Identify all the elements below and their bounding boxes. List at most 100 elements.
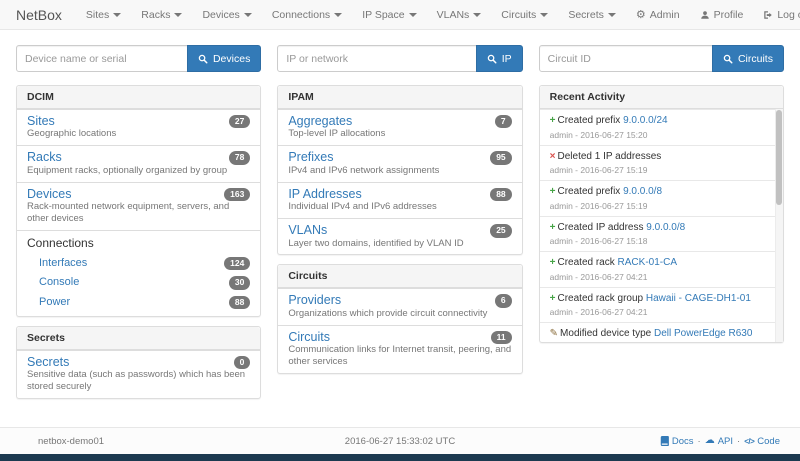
circuit-search-label: Circuits [738,53,773,65]
ip-search-label: IP [502,53,512,65]
panel-list-item: Circuits 11 Communication links for Inte… [278,325,521,373]
item-link[interactable]: Secrets [27,355,69,369]
activity-link[interactable]: 9.0.0.0/24 [623,115,667,126]
circuit-search-group: Circuits [539,45,784,72]
activity-item: ×Deleted 1 IP addresses admin - 2016-06-… [540,145,783,181]
connection-row: Console 30 [27,273,250,292]
activity-action: Created prefix [558,115,621,126]
menu-item[interactable]: Secrets [558,0,626,30]
activity-action: Modified device type [560,328,651,339]
footer-links: Docs · ☁ API · </> Code [660,436,780,447]
count-badge: 163 [224,188,250,201]
search-icon [723,54,733,64]
item-description: Geographic locations [27,128,250,140]
activity-link[interactable]: 9.0.0.0/8 [646,222,685,233]
item-description: Equipment racks, optionally organized by… [27,165,250,177]
secrets-panel-title: Secrets [17,327,260,350]
activity-action: Created prefix [558,186,621,197]
profile-label: Profile [714,9,744,21]
item-link[interactable]: Circuits [288,330,330,344]
profile-link[interactable]: Profile [690,0,754,30]
circuit-search-button[interactable]: Circuits [712,45,784,72]
item-description: Individual IPv4 and IPv6 addresses [288,201,511,213]
item-link[interactable]: Console [39,276,79,288]
dcim-panel-title: DCIM [17,86,260,109]
ipam-panel-title: IPAM [278,86,521,109]
activity-meta: admin - 2016-06-27 15:18 [550,236,767,246]
count-badge: 25 [490,224,511,237]
circuit-search-input[interactable] [539,45,713,72]
plus-icon: + [550,186,556,197]
item-link[interactable]: Racks [27,150,62,164]
menu-item-label: IP Space [362,9,404,21]
connection-row: Power 88 [27,292,250,311]
count-badge: 7 [495,115,512,128]
activity-action: Deleted 1 IP addresses [558,151,662,162]
api-link[interactable]: ☁ API [705,436,733,447]
item-link[interactable]: Devices [27,187,71,201]
activity-meta: admin - 2016-06-27 04:21 [550,272,767,282]
panel-list-item: VLANs 25 Layer two domains, identified b… [278,218,521,254]
item-link[interactable]: Interfaces [39,257,87,269]
logout-link[interactable]: Log out [753,0,800,30]
circuits-list: Providers 6 Organizations which provide … [278,288,521,373]
activity-link[interactable]: Dell PowerEdge R630 [654,328,752,339]
bottom-bar [0,454,800,461]
ip-search-input[interactable] [277,45,476,72]
footer-separator: · [698,436,701,447]
item-link[interactable]: Prefixes [288,150,333,164]
code-icon: </> [744,437,754,446]
menu-item[interactable]: Sites [76,0,131,30]
panel-list-item: Prefixes 95 IPv4 and IPv6 network assign… [278,145,521,181]
activity-item: ✎Modified device type Dell PowerEdge R63… [540,322,783,342]
count-badge: 11 [491,331,512,344]
menu-item[interactable]: Circuits [491,0,558,30]
menu-item[interactable]: Racks [131,0,192,30]
count-badge: 124 [224,257,250,270]
item-link[interactable]: Power [39,296,70,308]
caret-down-icon [113,13,121,17]
recent-activity-body: +Created prefix 9.0.0.0/24 admin - 2016-… [540,109,783,342]
hostname: netbox-demo01 [38,436,104,447]
menu-item[interactable]: VLANs [427,0,492,30]
item-description: Organizations which provide circuit conn… [288,308,511,320]
circuits-panel: Circuits Providers 6 Organizations which… [277,264,522,374]
activity-meta: admin - 2016-06-27 15:20 [550,130,767,140]
activity-link[interactable]: RACK-01-CA [618,257,677,268]
activity-list: +Created prefix 9.0.0.0/24 admin - 2016-… [540,109,783,342]
recent-activity-title: Recent Activity [540,86,783,109]
item-link[interactable]: VLANs [288,223,327,237]
circuits-panel-title: Circuits [278,265,521,288]
content-row: DCIM Sites 27 Geographic locations Racks [16,85,784,408]
ip-search-button[interactable]: IP [476,45,523,72]
item-description: IPv4 and IPv6 network assignments [288,165,511,177]
menu-item-label: Devices [202,9,239,21]
book-icon [660,436,669,446]
item-link[interactable]: IP Addresses [288,187,361,201]
menu-item[interactable]: Connections [262,0,352,30]
device-search-button[interactable]: Devices [187,45,261,72]
item-link[interactable]: Aggregates [288,114,352,128]
item-link[interactable]: Sites [27,114,55,128]
menu-item-label: VLANs [437,9,470,21]
activity-meta: admin - 2016-06-27 15:19 [550,165,767,175]
device-search-input[interactable] [16,45,188,72]
brand-logo[interactable]: NetBox [8,7,70,23]
panel-list-item: Racks 78 Equipment racks, optionally org… [17,145,260,181]
menu-item[interactable]: Devices [192,0,261,30]
panel-list-item: Devices 163 Rack-mounted network equipme… [17,182,260,230]
scrollbar[interactable] [775,109,783,342]
menu-item[interactable]: IP Space [352,0,426,30]
count-badge: 27 [229,115,250,128]
docs-link[interactable]: Docs [660,436,694,447]
code-link[interactable]: </> Code [744,436,780,447]
activity-link[interactable]: 9.0.0.0/8 [623,186,662,197]
logout-icon [763,10,773,20]
secrets-list: Secrets 0 Sensitive data (such as passwo… [17,350,260,398]
menu-item-label: Racks [141,9,170,21]
menu-item-label: Circuits [501,9,536,21]
item-link[interactable]: Providers [288,293,341,307]
admin-link[interactable]: ⚙ Admin [626,0,690,30]
activity-link[interactable]: Hawaii - CAGE-DH1-01 [646,293,751,304]
scrollbar-thumb[interactable] [776,110,782,205]
